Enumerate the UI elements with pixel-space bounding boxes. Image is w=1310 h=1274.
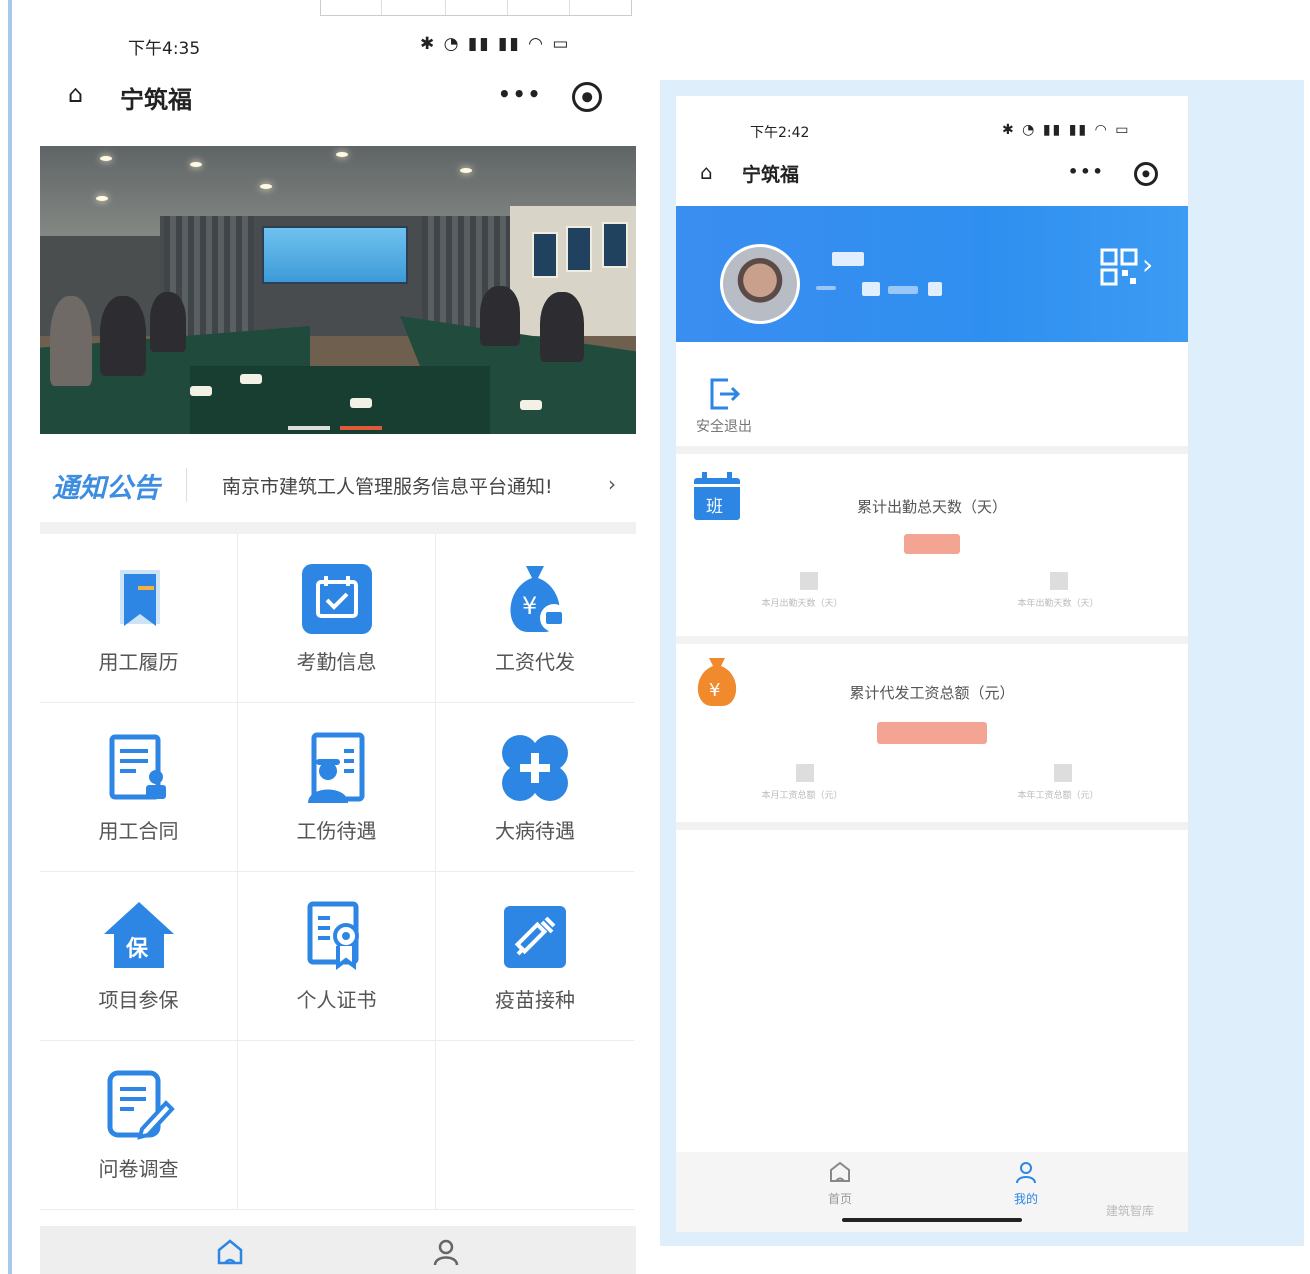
projector-screen xyxy=(262,226,408,284)
grid-item-label: 工资代发 xyxy=(495,650,575,674)
status-time: 下午4:35 xyxy=(128,39,201,59)
grid-item-contract[interactable]: 用工合同 xyxy=(40,703,238,872)
grid-item-project-insurance[interactable]: 保 项目参保 xyxy=(40,872,238,1041)
user-id-blurred xyxy=(862,282,880,296)
grid-item-label: 用工合同 xyxy=(98,819,179,843)
logout-icon[interactable] xyxy=(706,376,742,412)
attendance-total-value-blurred xyxy=(904,534,960,554)
profile-header: › xyxy=(676,206,1188,342)
more-menu-icon[interactable]: ••• xyxy=(498,82,542,106)
section-gap xyxy=(40,522,636,534)
grid-item-label: 个人证书 xyxy=(296,988,377,1012)
mini-program-nav: ⌂ 宁筑福 ••• xyxy=(40,70,636,126)
profile-tab-icon[interactable] xyxy=(432,1238,460,1266)
app-title: 宁筑福 xyxy=(742,164,800,186)
qr-code-icon[interactable] xyxy=(1100,248,1138,286)
logout-card: 安全退出 xyxy=(676,354,1188,454)
banner-image[interactable] xyxy=(40,146,636,434)
attendance-year-label: 本年出勤天数（天） xyxy=(1017,599,1099,609)
notice-bar[interactable]: 通知公告 南京市建筑工人管理服务信息平台通知! › xyxy=(40,448,636,522)
close-mini-program-icon[interactable] xyxy=(572,82,602,112)
watermark-text: 建筑智库 xyxy=(1106,1204,1155,1218)
grid-item-label: 用工履历 xyxy=(98,650,179,674)
mini-program-nav: ⌂ 宁筑福 ••• xyxy=(676,152,1188,200)
contract-icon xyxy=(109,734,166,800)
grid-item-employment-history[interactable]: 用工履历 xyxy=(40,534,238,703)
grid-item-certificates[interactable]: 个人证书 xyxy=(238,872,436,1041)
grid-item-serious-illness[interactable]: 大病待遇 xyxy=(436,703,634,872)
banner-pagination xyxy=(288,426,388,430)
tab-mine[interactable]: 我的 xyxy=(996,1160,1056,1207)
grid-item-label: 项目参保 xyxy=(98,988,179,1012)
status-bar: 下午4:35 ✱ ◔ ▮▮ ▮▮ ◠ ▭ xyxy=(40,34,636,64)
notice-divider xyxy=(186,468,187,502)
avatar[interactable] xyxy=(720,244,800,324)
home-indicator xyxy=(842,1218,1022,1222)
syringe-icon xyxy=(504,906,566,968)
bottom-tab-bar xyxy=(40,1226,636,1274)
home-tab-icon[interactable] xyxy=(216,1238,244,1266)
calendar-check-icon xyxy=(301,564,372,634)
wage-total-label: 累计代发工资总额（元） xyxy=(849,684,1015,702)
grid-empty-cell xyxy=(436,1041,634,1210)
notice-title: 通知公告 xyxy=(52,473,160,504)
top-table-edge xyxy=(320,0,632,16)
grid-item-injury-benefits[interactable]: 工伤待遇 xyxy=(238,703,436,872)
more-menu-icon[interactable]: ••• xyxy=(1068,162,1105,181)
tab-label: 首页 xyxy=(827,1192,852,1206)
home-icon[interactable]: ⌂ xyxy=(700,160,713,184)
grid-item-label: 大病待遇 xyxy=(495,819,575,843)
status-icons: ✱ ◔ ▮▮ ▮▮ ◠ ▭ xyxy=(420,34,571,54)
chevron-right-icon[interactable]: › xyxy=(608,472,616,496)
left-edge-strip xyxy=(8,0,12,1274)
user-name-blurred xyxy=(832,252,864,266)
svg-text:保: 保 xyxy=(125,937,149,962)
certificate-icon xyxy=(307,901,359,970)
attendance-month-label: 本月出勤天数（天） xyxy=(761,599,843,609)
grid-item-survey[interactable]: 问卷调查 xyxy=(40,1041,238,1210)
grid-item-label: 疫苗接种 xyxy=(495,988,575,1012)
home-tab-icon xyxy=(830,1161,850,1182)
tab-label: 我的 xyxy=(1013,1192,1038,1206)
left-phone-screen: 下午4:35 ✱ ◔ ▮▮ ▮▮ ◠ ▭ ⌂ 宁筑福 ••• 通知公告 南京市建… xyxy=(40,0,636,1274)
wage-month-label: 本月工资总额（元） xyxy=(761,791,843,801)
worker-id-icon xyxy=(307,732,364,803)
status-icons: ✱ ◔ ▮▮ ▮▮ ◠ ▭ xyxy=(1002,122,1131,138)
grid-item-wage-payment[interactable]: ¥ 工资代发 xyxy=(436,534,634,703)
grid-empty-cell xyxy=(238,1041,436,1210)
wage-stat-card: ¥ 累计代发工资总额（元） 本月工资总额（元） 本年工资总额（元） xyxy=(676,652,1188,830)
notice-text[interactable]: 南京市建筑工人管理服务信息平台通知! xyxy=(222,472,553,499)
app-title: 宁筑福 xyxy=(120,86,192,114)
attendance-stat-card: 班 累计出勤总天数（天） 本月出勤天数（天） 本年出勤天数（天） xyxy=(676,466,1188,644)
wage-year-label: 本年工资总额（元） xyxy=(1017,791,1099,801)
grid-item-vaccination[interactable]: 疫苗接种 xyxy=(436,872,634,1041)
wage-total-value-blurred xyxy=(877,722,987,744)
attendance-total-label: 累计出勤总天数（天） xyxy=(856,498,1007,516)
survey-icon xyxy=(107,1070,175,1140)
home-icon[interactable]: ⌂ xyxy=(68,80,83,108)
svg-text:¥: ¥ xyxy=(522,592,537,620)
tab-home[interactable]: 首页 xyxy=(810,1160,870,1207)
grid-item-label: 问卷调查 xyxy=(98,1157,179,1181)
grid-item-label: 工伤待遇 xyxy=(296,819,377,843)
status-time: 下午2:42 xyxy=(750,125,810,141)
money-bag-icon: ¥ xyxy=(510,566,568,632)
grid-item-attendance[interactable]: 考勤信息 xyxy=(238,534,436,703)
right-phone-screen: 下午2:42 ✱ ◔ ▮▮ ▮▮ ◠ ▭ ⌂ 宁筑福 ••• › 安全退出 班 … xyxy=(676,96,1188,1232)
status-bar: 下午2:42 ✱ ◔ ▮▮ ▮▮ ◠ ▭ xyxy=(676,122,1188,152)
medical-cross-icon xyxy=(502,735,568,801)
chevron-right-icon[interactable]: › xyxy=(1142,248,1153,281)
close-mini-program-icon[interactable] xyxy=(1134,162,1158,186)
profile-tab-icon xyxy=(1016,1162,1036,1184)
bookmark-icon xyxy=(119,570,160,626)
insurance-house-icon: 保 xyxy=(103,902,174,968)
grid-item-label: 考勤信息 xyxy=(296,650,377,674)
logout-label[interactable]: 安全退出 xyxy=(696,416,752,436)
